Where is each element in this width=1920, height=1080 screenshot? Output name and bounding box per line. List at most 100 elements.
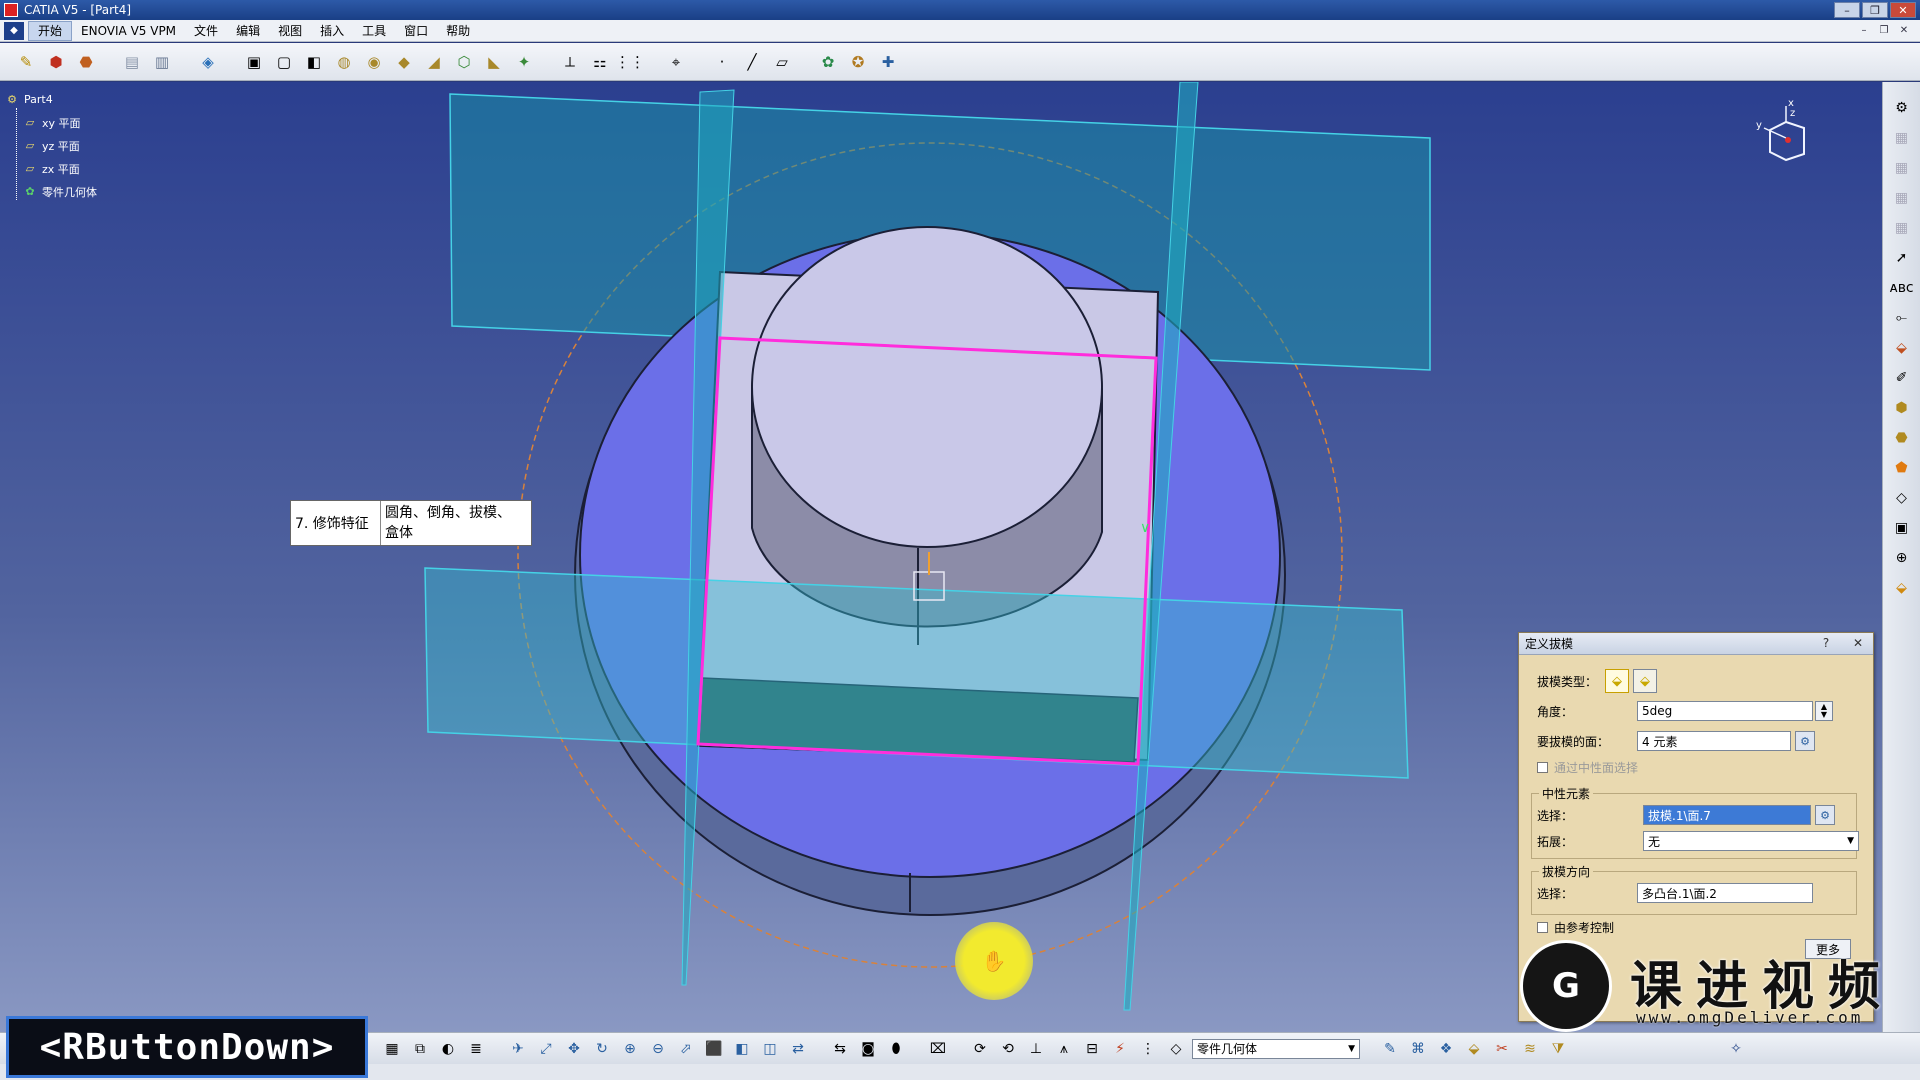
hole-icon[interactable]: ◈ [196,50,220,74]
dialog-close-button[interactable]: ✕ [1849,635,1867,651]
angle-spinner[interactable]: ▲ ▼ [1815,701,1833,721]
zoom-in-icon[interactable]: ⊕ [618,1037,642,1061]
shaft-icon[interactable]: ▤ [120,50,144,74]
law-icon[interactable]: ⬙ [1462,1037,1486,1061]
plane-icon[interactable]: · [710,50,734,74]
tree-toggle-icon[interactable]: ⧉ [408,1037,432,1061]
neutral-select-input[interactable]: 拔模.1\面.7 [1643,805,1811,825]
direction-select-input[interactable]: 多凸台.1\面.2 [1637,883,1813,903]
annotation-icon[interactable]: ✐ [1889,366,1915,390]
close-button[interactable]: ✕ [1890,2,1916,18]
axis-icon[interactable]: ⊕ [1889,546,1915,570]
pad-icon[interactable]: ⬢ [1889,396,1915,420]
compass-icon[interactable]: x y z [1750,98,1820,168]
thread-icon[interactable]: ✦ [512,50,536,74]
faces-input[interactable]: 4 元素 [1637,731,1791,751]
render-icon[interactable]: ⚡ [1108,1037,1132,1061]
hide-show-icon[interactable]: ⇆ [828,1037,852,1061]
pan-icon[interactable]: ✥ [562,1037,586,1061]
minimize-button[interactable]: – [1834,2,1860,18]
sketch-tool-icon[interactable]: ✎ [1378,1037,1402,1061]
fit-all-icon[interactable]: ⤢ [534,1037,558,1061]
rotate-icon[interactable]: ↻ [590,1037,614,1061]
angle-input[interactable]: 5deg [1637,701,1813,721]
menu-insert[interactable]: 插入 [311,20,353,42]
menu-tools[interactable]: 工具 [353,20,395,42]
text-icon[interactable]: ᴀʙᴄ [1889,276,1915,300]
multi-section-icon[interactable]: ◍ [332,50,356,74]
formula-icon[interactable]: ⌘ [1406,1037,1430,1061]
transform-icon[interactable]: ⚏ [588,50,612,74]
pocket-icon[interactable]: ⬣ [74,50,98,74]
menu-edit[interactable]: 编辑 [227,20,269,42]
settings-icon[interactable]: ⚙ [1889,96,1915,120]
constraint-icon[interactable]: ✿ [816,50,840,74]
sketch-icon[interactable]: ✎ [14,50,38,74]
capture-icon[interactable]: ◙ [856,1037,880,1061]
groove-icon[interactable]: ▥ [150,50,174,74]
catalog-icon[interactable]: ✚ [876,50,900,74]
body-combo[interactable]: 零件几何体 ▼ [1192,1038,1360,1059]
pad-icon[interactable]: ⬢ [44,50,68,74]
neutral-list-icon[interactable]: ⚙ [1815,805,1835,825]
shading-icon[interactable]: ◧ [730,1037,754,1061]
camera-icon[interactable]: ⌧ [926,1037,950,1061]
grid-icon[interactable]: ▦ [380,1037,404,1061]
fly-icon[interactable]: ✈ [506,1037,530,1061]
filter-icon[interactable]: ⧩ [1546,1037,1570,1061]
axis-system-icon[interactable]: ⊥ [1024,1037,1048,1061]
doc-restore-button[interactable]: ❐ [1876,23,1892,37]
doc-minimize-button[interactable]: – [1856,23,1872,37]
catia-logo-icon[interactable]: ◆ [4,21,24,40]
menu-enovia[interactable]: ENOVIA V5 VPM [72,20,185,42]
variable-draft-icon[interactable]: ⬙ [1633,669,1657,693]
swap-visible-icon[interactable]: ◐ [436,1037,460,1061]
point-icon[interactable]: ⋮⋮ [615,50,645,74]
update-icon[interactable]: ⊟ [1080,1037,1104,1061]
hide-icon[interactable]: ◫ [758,1037,782,1061]
maximize-button[interactable]: ❐ [1862,2,1888,18]
tree-item-xy-plane[interactable]: ▱ xy 平面 [4,111,97,134]
constant-draft-icon[interactable]: ⬙ [1605,669,1629,693]
normal-view-icon[interactable]: ⬀ [674,1037,698,1061]
doc-close-button[interactable]: ✕ [1896,23,1912,37]
layer-tool-icon[interactable]: ≋ [1518,1037,1542,1061]
analysis-icon[interactable]: ▱ [770,50,794,74]
boolean-icon[interactable]: ╱ [740,50,764,74]
geometry-icon[interactable]: ◇ [1164,1037,1188,1061]
menu-view[interactable]: 视图 [269,20,311,42]
menu-window[interactable]: 窗口 [395,20,437,42]
faces-list-icon[interactable]: ⚙ [1795,731,1815,751]
chamfer-icon[interactable]: ◆ [392,50,416,74]
scale-icon[interactable]: ⩚ [1052,1037,1076,1061]
controlled-by-ref-checkbox[interactable] [1537,922,1548,933]
select-icon[interactable]: ➚ [1889,246,1915,270]
menu-help[interactable]: 帮助 [437,20,479,42]
body-icon[interactable]: ◇ [1889,486,1915,510]
measure-icon[interactable]: ⟜ [1889,306,1915,330]
line-icon[interactable]: ⌖ [664,50,688,74]
knowledge-icon[interactable]: ✪ [846,50,870,74]
menu-file[interactable]: 文件 [185,20,227,42]
shell-icon[interactable]: ⬡ [452,50,476,74]
insert-icon[interactable]: ⬙ [1889,576,1915,600]
iso-view-icon[interactable]: ⬛ [702,1037,726,1061]
tree-item-yz-plane[interactable]: ▱ yz 平面 [4,134,97,157]
pocket-icon[interactable]: ⬣ [1889,426,1915,450]
menu-start[interactable]: 开始 [28,20,73,41]
refresh-icon[interactable]: ⟳ [968,1037,992,1061]
slot-icon[interactable]: ▢ [272,50,296,74]
fillet-icon[interactable]: ◉ [362,50,386,74]
layers-icon[interactable]: ≣ [464,1037,488,1061]
material-apply-icon[interactable]: ⬮ [884,1037,908,1061]
dimension-icon[interactable]: ⬙ [1889,336,1915,360]
zoom-out-icon[interactable]: ⊖ [646,1037,670,1061]
tree-item-part[interactable]: ⚙ Part4 [4,88,97,111]
stiffener-icon[interactable]: ◧ [302,50,326,74]
knowledge-icon[interactable]: ❖ [1434,1037,1458,1061]
thickness-icon[interactable]: ◣ [482,50,506,74]
help-button[interactable]: ? [1817,635,1835,651]
rib-icon[interactable]: ▣ [242,50,266,74]
tree-item-part-body[interactable]: ✿ 零件几何体 [4,180,97,203]
material-icon[interactable]: ⬟ [1889,456,1915,480]
